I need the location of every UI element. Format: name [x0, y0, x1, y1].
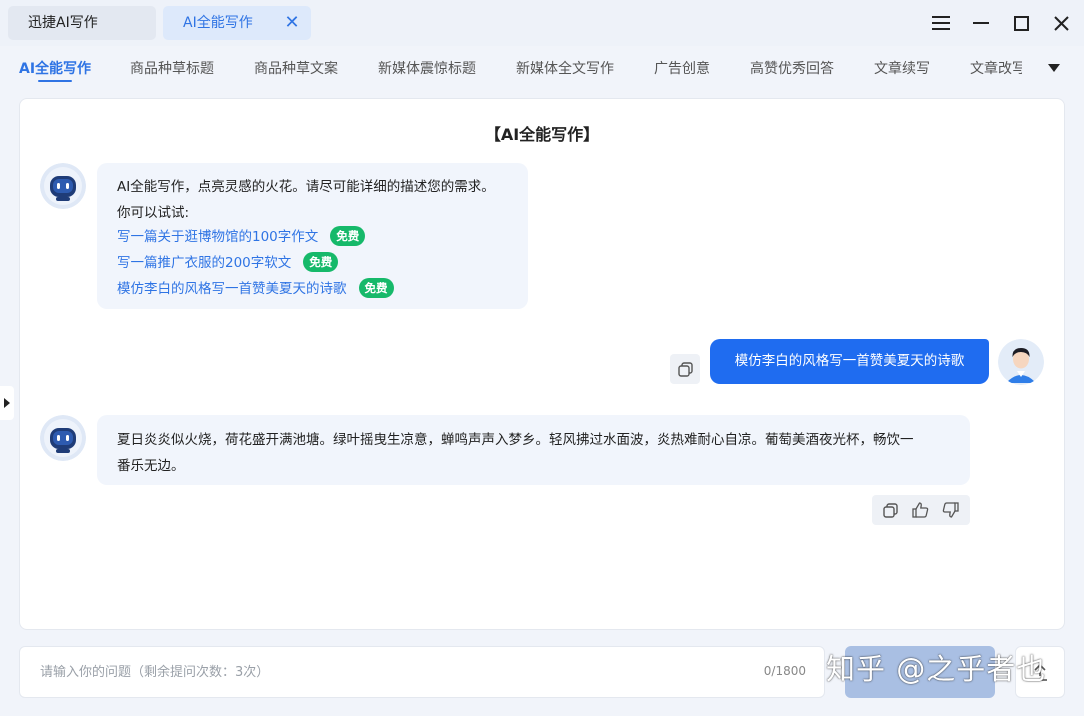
copy-message-button[interactable] — [670, 354, 700, 384]
caret-right-icon — [4, 398, 10, 408]
user-message-bubble: 模仿李白的风格写一首赞美夏天的诗歌 — [710, 339, 989, 384]
tab-label: AI全能写作 — [183, 15, 253, 31]
dislike-button[interactable] — [936, 496, 964, 524]
bot-avatar — [40, 163, 86, 209]
title-bar: 迅捷AI写作 AI全能写作 ✕ — [0, 0, 1084, 46]
reply-actions — [872, 495, 970, 525]
maximize-button[interactable] — [1004, 6, 1038, 40]
chat-panel: 【AI全能写作】 AI全能写作，点亮灵感的火花。请尽可能详细的描述您的需求。 你… — [19, 98, 1065, 630]
more-categories-button[interactable] — [1042, 58, 1066, 78]
suggestion-link[interactable]: 模仿李白的风格写一首赞美夏天的诗歌 — [117, 281, 347, 297]
category-top-answer[interactable]: 高赞优秀回答 — [750, 58, 834, 78]
category-ai-writing[interactable]: AI全能写作 — [19, 58, 91, 78]
category-media-headline[interactable]: 新媒体震惊标题 — [378, 58, 476, 78]
greeting-intro: AI全能写作，点亮灵感的火花。请尽可能详细的描述您的需求。 — [117, 179, 495, 195]
maximize-icon — [1013, 15, 1029, 31]
user-avatar — [998, 339, 1044, 385]
minimize-button[interactable] — [964, 6, 998, 40]
question-input[interactable] — [40, 647, 720, 697]
question-input-box: 0/1800 — [19, 646, 825, 698]
tab-ai-writing[interactable]: AI全能写作 ✕ — [163, 6, 311, 40]
suggestion-item[interactable]: 写一篇关于逛博物馆的100字作文 免费 — [117, 225, 366, 246]
suggestion-item[interactable]: 写一篇推广衣服的200字软文 免费 — [117, 251, 339, 272]
greeting-try-label: 你可以试试: — [117, 205, 190, 221]
menu-button[interactable] — [924, 6, 958, 40]
close-button[interactable] — [1044, 6, 1078, 40]
char-counter: 0/1800 — [763, 664, 806, 678]
reply-text-line: 番乐无边。 — [117, 458, 185, 474]
copy-icon — [882, 502, 898, 518]
category-continue[interactable]: 文章续写 — [874, 58, 930, 78]
tab-close-icon[interactable]: ✕ — [283, 6, 301, 40]
category-product-copy[interactable]: 商品种草文案 — [254, 58, 338, 78]
copy-reply-button[interactable] — [876, 496, 904, 524]
active-tab-indicator — [38, 80, 72, 82]
minimize-icon — [973, 22, 989, 24]
bot-greeting-bubble: AI全能写作，点亮灵感的火花。请尽可能详细的描述您的需求。 你可以试试: 写一篇… — [97, 163, 528, 309]
suggestion-link[interactable]: 写一篇推广衣服的200字软文 — [117, 255, 291, 271]
close-icon — [1053, 15, 1069, 31]
reply-text-line: 夏日炎炎似火烧，荷花盛开满池塘。绿叶摇曳生凉意，蝉鸣声声入梦乡。轻风拂过水面波，… — [117, 432, 914, 448]
category-ad-idea[interactable]: 广告创意 — [654, 58, 710, 78]
bot-avatar — [40, 415, 86, 461]
user-avatar-icon — [998, 339, 1044, 385]
category-product-title[interactable]: 商品种草标题 — [130, 58, 214, 78]
watermark: 知乎 @之乎者也 — [826, 652, 1047, 686]
copy-icon — [677, 361, 693, 377]
free-badge: 免费 — [358, 278, 394, 298]
category-rewrite[interactable]: 文章改写 — [970, 58, 1022, 78]
category-list: AI全能写作 商品种草标题 商品种草文案 新媒体震惊标题 新媒体全文写作 广告创… — [0, 46, 1022, 90]
tab-label: 迅捷AI写作 — [28, 15, 98, 31]
category-nav: AI全能写作 商品种草标题 商品种草文案 新媒体震惊标题 新媒体全文写作 广告创… — [0, 46, 1084, 90]
panel-title: 【AI全能写作】 — [484, 125, 600, 144]
robot-icon — [40, 415, 86, 461]
free-badge: 免费 — [330, 226, 366, 246]
suggestion-link[interactable]: 写一篇关于逛博物馆的100字作文 — [117, 229, 318, 245]
robot-icon — [40, 163, 86, 209]
category-media-article[interactable]: 新媒体全文写作 — [516, 58, 614, 78]
like-button[interactable] — [906, 496, 934, 524]
thumbs-up-icon — [911, 502, 928, 518]
thumbs-down-icon — [942, 502, 959, 518]
sidebar-toggle[interactable] — [0, 386, 14, 420]
bot-reply-bubble: 夏日炎炎似火烧，荷花盛开满池塘。绿叶摇曳生凉意，蝉鸣声声入梦乡。轻风拂过水面波，… — [97, 415, 970, 485]
free-badge: 免费 — [303, 252, 339, 272]
suggestion-item[interactable]: 模仿李白的风格写一首赞美夏天的诗歌 免费 — [117, 277, 394, 298]
tab-xunjie-ai[interactable]: 迅捷AI写作 — [8, 6, 156, 40]
user-message-text: 模仿李白的风格写一首赞美夏天的诗歌 — [734, 353, 965, 369]
hamburger-icon — [932, 16, 950, 30]
caret-down-icon — [1048, 64, 1060, 72]
